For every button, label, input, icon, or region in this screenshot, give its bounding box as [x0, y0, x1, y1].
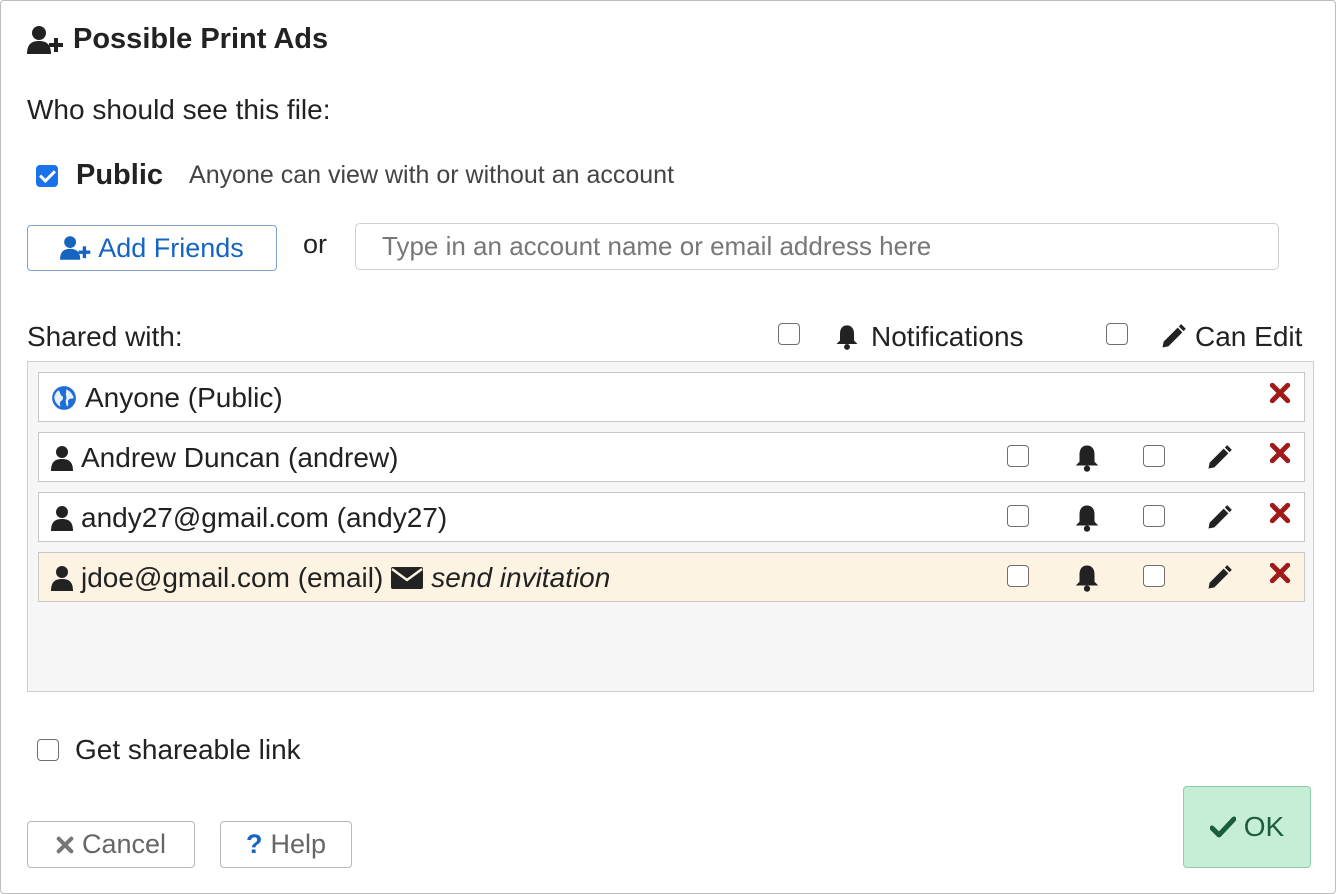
shared-row-name: jdoe@gmail.com (email) [81, 562, 384, 593]
bell-icon [1075, 565, 1099, 592]
pencil-icon [1208, 445, 1232, 469]
ok-label: OK [1243, 811, 1285, 842]
send-invitation-label[interactable]: send invitation [431, 562, 610, 594]
remove-icon[interactable] [1269, 382, 1291, 404]
account-search-input[interactable] [355, 223, 1279, 270]
add-friends-label: Add Friends [98, 232, 244, 263]
add-user-icon [60, 236, 91, 260]
can-edit-header: Can Edit [1159, 321, 1302, 353]
public-checkbox[interactable] [36, 164, 58, 187]
shared-list: Anyone (Public) Andrew Duncan (andrew) a… [27, 361, 1314, 692]
who-should-see-label: Who should see this file: [27, 94, 331, 125]
add-friends-button[interactable]: Add Friends [27, 225, 277, 271]
pencil-icon [1208, 505, 1232, 529]
or-label: or [303, 229, 328, 259]
user-icon [51, 446, 73, 471]
shared-row-user: Andrew Duncan (andrew) [38, 432, 1305, 482]
shared-row-pending: jdoe@gmail.com (email) send invitation [38, 552, 1305, 602]
public-option: Public Anyone can view with or without a… [36, 159, 674, 192]
bell-icon [1075, 445, 1099, 472]
notifications-checkbox[interactable] [1007, 565, 1029, 587]
bell-icon [1075, 505, 1099, 532]
remove-icon[interactable] [1269, 502, 1291, 524]
user-icon [51, 566, 73, 591]
remove-icon[interactable] [1269, 562, 1291, 584]
cancel-label: Cancel [81, 829, 167, 859]
notifications-header: Notifications [833, 321, 1024, 353]
ok-button[interactable]: OK [1183, 786, 1311, 868]
bell-icon [836, 325, 858, 350]
can-edit-checkbox[interactable] [1143, 565, 1165, 587]
shared-row-user: andy27@gmail.com (andy27) [38, 492, 1305, 542]
cancel-button[interactable]: Cancel [27, 821, 195, 868]
public-label: Public [76, 159, 164, 191]
notifications-all-checkbox[interactable] [778, 323, 800, 345]
share-dialog: Possible Print Ads Who should see this f… [0, 0, 1336, 894]
remove-icon[interactable] [1269, 442, 1291, 464]
shareable-link-option: Get shareable link [37, 734, 301, 766]
shared-row-name: Anyone (Public) [85, 382, 283, 413]
can-edit-header-label: Can Edit [1195, 321, 1303, 352]
can-edit-checkbox[interactable] [1143, 445, 1165, 467]
dialog-title-text: Possible Print Ads [73, 23, 329, 55]
shareable-link-checkbox[interactable] [37, 739, 59, 761]
help-button[interactable]: ? Help [220, 821, 352, 868]
shared-with-label: Shared with: [27, 321, 183, 352]
dialog-title: Possible Print Ads [27, 23, 328, 56]
question-icon: ? [245, 829, 263, 859]
shared-row-name: andy27@gmail.com (andy27) [81, 502, 448, 533]
shareable-link-label: Get shareable link [75, 734, 301, 765]
user-icon [51, 506, 73, 531]
add-user-icon [27, 25, 63, 54]
notifications-checkbox[interactable] [1007, 505, 1029, 527]
check-icon [1209, 816, 1236, 838]
can-edit-all-checkbox[interactable] [1106, 323, 1128, 345]
envelope-icon [391, 567, 424, 589]
shared-row-name: Andrew Duncan (andrew) [81, 442, 399, 473]
close-icon [56, 836, 74, 853]
public-description: Anyone can view with or without an accou… [189, 161, 675, 189]
notifications-checkbox[interactable] [1007, 445, 1029, 467]
pencil-icon [1162, 324, 1186, 348]
pencil-icon [1208, 565, 1232, 589]
globe-icon [52, 386, 76, 410]
can-edit-checkbox[interactable] [1143, 505, 1165, 527]
help-label: Help [270, 829, 327, 859]
shared-row-public: Anyone (Public) [38, 372, 1305, 422]
notifications-header-label: Notifications [871, 321, 1024, 352]
